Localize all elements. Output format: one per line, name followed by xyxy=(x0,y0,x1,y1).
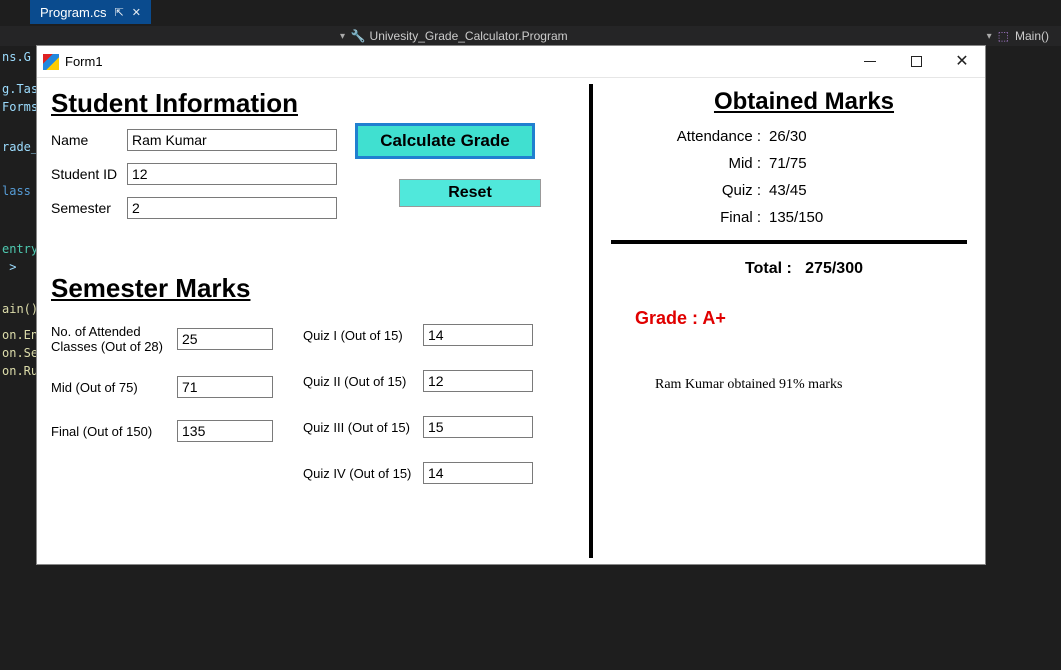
right-panel: Obtained Marks Attendance : 26/30 Mid : … xyxy=(593,78,985,564)
grade-row: Grade : A+ xyxy=(635,308,967,329)
final-label: Final (Out of 150) xyxy=(51,424,177,439)
total-divider xyxy=(611,240,967,244)
mid-input[interactable] xyxy=(177,376,273,398)
final-input[interactable] xyxy=(177,420,273,442)
section-heading-obtained-marks: Obtained Marks xyxy=(641,88,967,116)
total-label: Total : xyxy=(745,260,792,277)
form-window: Form1 ✕ Student Information Name Student… xyxy=(36,45,986,565)
breadcrumb-text[interactable]: Univesity_Grade_Calculator.Program xyxy=(370,29,568,43)
left-panel: Student Information Name Student ID Seme… xyxy=(37,78,589,564)
name-input[interactable] xyxy=(127,129,337,151)
quiz2-label: Quiz II (Out of 15) xyxy=(303,374,423,389)
close-button[interactable]: ✕ xyxy=(939,46,985,78)
mid-result-value: 71/75 xyxy=(769,155,807,172)
final-result-value: 135/150 xyxy=(769,209,823,226)
quiz3-label: Quiz III (Out of 15) xyxy=(303,420,423,435)
name-label: Name xyxy=(51,132,127,148)
section-heading-student-info: Student Information xyxy=(51,88,575,119)
mid-result-label: Mid : xyxy=(611,155,761,172)
window-title: Form1 xyxy=(65,54,103,69)
quiz4-input[interactable] xyxy=(423,462,533,484)
ide-file-tab[interactable]: Program.cs ⇱ ✕ xyxy=(30,0,151,24)
window-titlebar[interactable]: Form1 ✕ xyxy=(37,46,985,78)
quiz3-input[interactable] xyxy=(423,416,533,438)
quiz-result-value: 43/45 xyxy=(769,182,807,199)
semester-input[interactable] xyxy=(127,197,337,219)
total-row: Total : 275/300 xyxy=(641,260,967,278)
quiz-result-label: Quiz : xyxy=(611,182,761,199)
cube-icon: ⬚ xyxy=(998,29,1009,43)
quiz1-input[interactable] xyxy=(423,324,533,346)
grade-label: Grade : xyxy=(635,308,698,328)
wrench-icon: 🔧 xyxy=(351,29,366,43)
pin-icon[interactable]: ⇱ xyxy=(114,6,123,19)
attended-label: No. of Attended Classes (Out of 28) xyxy=(51,324,177,354)
minimize-button[interactable] xyxy=(847,46,893,78)
attendance-result-value: 26/30 xyxy=(769,128,807,145)
ide-code-gutter: ns.G g.Tas Forms rade_ lass entry > ain(… xyxy=(0,48,38,670)
dropdown-caret-icon[interactable]: ▾ xyxy=(987,31,992,42)
mid-label: Mid (Out of 75) xyxy=(51,380,177,395)
app-icon xyxy=(43,54,59,70)
maximize-button[interactable] xyxy=(893,46,939,78)
final-result-label: Final : xyxy=(611,209,761,226)
quiz1-label: Quiz I (Out of 15) xyxy=(303,328,423,343)
calculate-grade-button[interactable]: Calculate Grade xyxy=(355,123,535,159)
attended-input[interactable] xyxy=(177,328,273,350)
student-id-label: Student ID xyxy=(51,166,127,182)
dropdown-caret-icon[interactable]: ▾ xyxy=(340,31,351,42)
quiz2-input[interactable] xyxy=(423,370,533,392)
reset-button[interactable]: Reset xyxy=(399,179,541,207)
section-heading-semester-marks: Semester Marks xyxy=(51,273,575,304)
tab-label: Program.cs xyxy=(40,5,106,20)
ide-breadcrumb: ▾ 🔧 Univesity_Grade_Calculator.Program ▾… xyxy=(0,26,1061,46)
breadcrumb-right[interactable]: Main() xyxy=(1015,29,1049,43)
close-icon[interactable]: ✕ xyxy=(132,6,141,19)
attendance-result-label: Attendance : xyxy=(611,128,761,145)
student-id-input[interactable] xyxy=(127,163,337,185)
remark-text: Ram Kumar obtained 91% marks xyxy=(655,377,967,393)
quiz4-label: Quiz IV (Out of 15) xyxy=(303,466,423,481)
total-value: 275/300 xyxy=(805,260,863,277)
grade-value: A+ xyxy=(702,308,726,328)
semester-label: Semester xyxy=(51,200,127,216)
